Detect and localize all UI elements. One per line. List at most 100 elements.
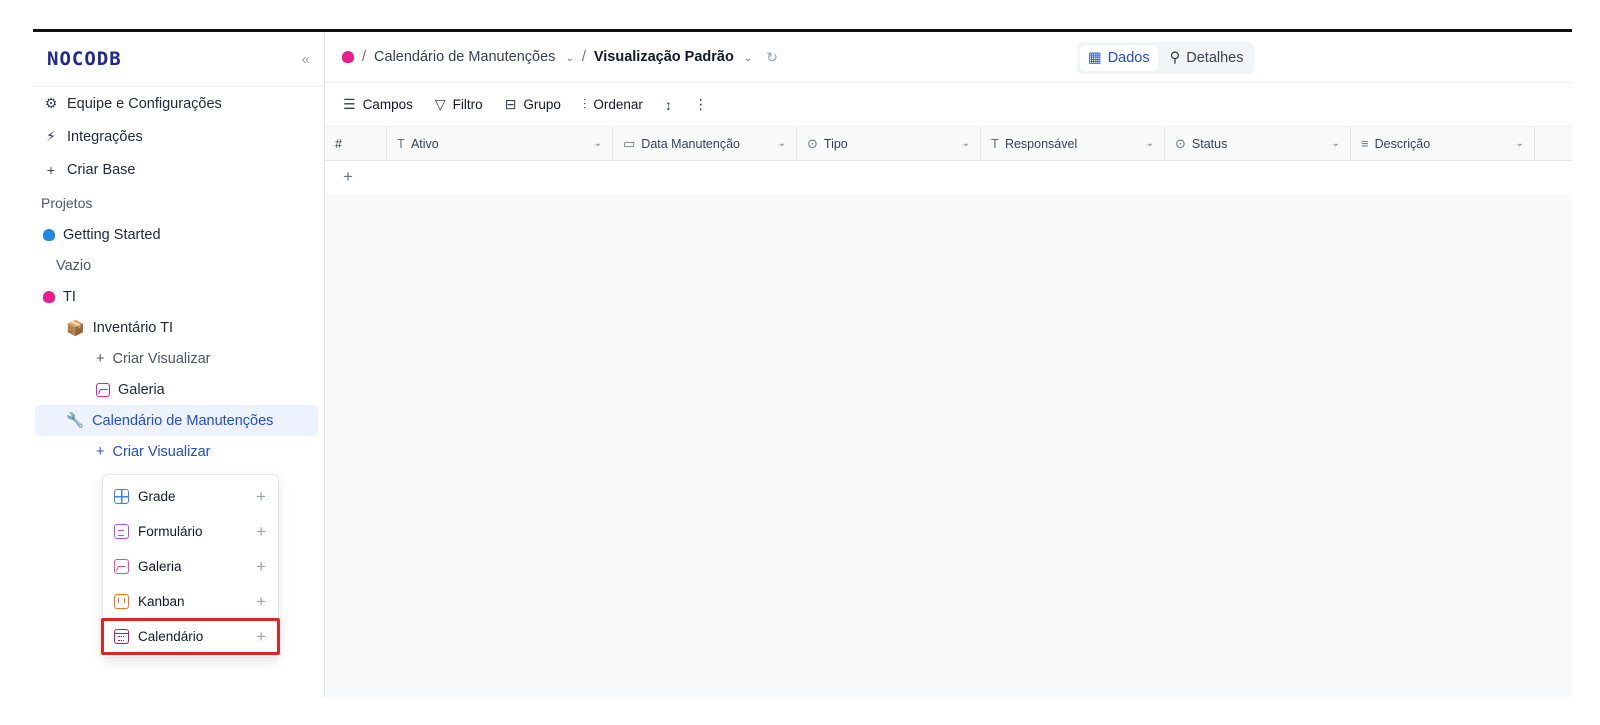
menu-item-label: Galeria	[138, 559, 182, 574]
select-icon: ⊙	[807, 135, 818, 151]
filter-label: Filtro	[452, 97, 483, 112]
projects-section-label: Projetos	[41, 194, 93, 211]
tab-detalhes[interactable]: ⚲ Detalhes	[1162, 45, 1252, 71]
plus-icon: +	[256, 591, 266, 611]
nav-integrations[interactable]: ⚡ Integrações	[33, 120, 324, 153]
menu-item-formulario[interactable]: Formulário +	[103, 514, 278, 549]
column-header-label: Status	[1191, 136, 1228, 151]
column-header-status[interactable]: ⊙ Status ⌄	[1165, 127, 1351, 160]
calendar-icon	[114, 629, 129, 644]
menu-item-grade[interactable]: Grade +	[103, 479, 278, 514]
empty-placeholder: Vazio	[56, 257, 92, 274]
group-label: Grupo	[523, 97, 561, 112]
project-getting-started-label: Getting Started	[63, 226, 161, 243]
menu-item-galeria[interactable]: Galeria +	[103, 549, 278, 584]
row-height-button[interactable]: ↕	[665, 97, 672, 113]
nav-create-base-label: Criar Base	[67, 161, 136, 178]
menu-item-label: Grade	[138, 489, 176, 504]
plus-icon: +	[256, 521, 266, 541]
nav-integrations-label: Integrações	[67, 128, 143, 145]
add-row-button[interactable]: +	[325, 161, 1572, 194]
chevron-down-icon[interactable]: ⌄	[1332, 138, 1340, 149]
column-header-ativo[interactable]: T Ativo ⌄	[387, 127, 613, 160]
base-icon	[342, 51, 354, 63]
base-icon	[43, 290, 55, 303]
column-header-label: Ativo	[410, 136, 439, 151]
menu-item-kanban[interactable]: Kanban +	[103, 584, 278, 619]
gear-icon: ⚙	[44, 95, 58, 111]
menu-item-label: Formulário	[138, 524, 203, 539]
fields-button[interactable]: ☰ Campos	[343, 96, 413, 113]
menu-item-calendario[interactable]: Calendário +	[101, 618, 280, 655]
filter-icon: ▽	[434, 96, 446, 112]
more-vertical-icon: ⋮	[693, 96, 708, 112]
plus-icon: +	[46, 161, 56, 178]
base-icon	[43, 228, 55, 241]
create-view-link-2[interactable]: + Criar Visualizar	[33, 436, 324, 467]
tab-dados[interactable]: ▦ Dados	[1080, 45, 1158, 71]
data-details-toggle: ▦ Dados ⚲ Detalhes	[1077, 42, 1255, 74]
breadcrumb-table[interactable]: Calendário de Manutenções ⌄	[374, 49, 574, 65]
filter-button[interactable]: ▽ Filtro	[435, 96, 483, 113]
reload-icon[interactable]: ↻	[766, 49, 778, 66]
chevron-down-icon: ⌄	[743, 53, 753, 64]
select-icon: ⊙	[1175, 135, 1186, 151]
create-view-link-1[interactable]: + Criar Visualizar	[33, 343, 324, 374]
breadcrumb-view[interactable]: Visualização Padrão ⌄	[594, 49, 752, 65]
nav-team-settings-label: Equipe e Configurações	[67, 95, 222, 112]
app-window: NOCODB « ⚙ Equipe e Configurações ⚡ Inte…	[33, 29, 1572, 697]
gallery-icon	[114, 559, 129, 574]
column-header-data-manutencao[interactable]: ▭ Data Manutenção ⌄	[613, 127, 797, 160]
collapse-sidebar-icon[interactable]: «	[302, 51, 310, 68]
sort-button[interactable]: ⫶ Ordenar	[583, 96, 643, 113]
column-header-label: Data Manutenção	[641, 136, 740, 151]
group-button[interactable]: ⊟ Grupo	[505, 96, 561, 113]
menu-item-label: Kanban	[138, 594, 185, 609]
text-icon: T	[397, 136, 405, 151]
main-panel: / Calendário de Manutenções ⌄ / Visualiz…	[325, 32, 1572, 697]
kanban-icon	[114, 594, 129, 609]
chevron-down-icon[interactable]: ⌄	[1146, 138, 1154, 149]
nav-team-settings[interactable]: ⚙ Equipe e Configurações	[33, 87, 324, 120]
table-inventario-ti-label: Inventário TI	[92, 319, 174, 336]
column-header-tipo[interactable]: ⊙ Tipo ⌄	[797, 127, 981, 160]
table-calendario-manutencoes[interactable]: 🔧 Calendário de Manutenções	[35, 405, 318, 436]
form-icon	[114, 524, 129, 539]
more-options-button[interactable]: ⋮	[694, 96, 708, 113]
plus-icon: +	[256, 486, 266, 506]
view-galeria[interactable]: Galeria	[33, 374, 324, 405]
fields-icon: ☰	[343, 96, 356, 112]
project-getting-started[interactable]: Getting Started	[33, 219, 324, 250]
package-icon: 📦	[66, 319, 85, 337]
gallery-icon	[96, 382, 110, 397]
column-header-label: Responsável	[1004, 136, 1078, 151]
date-icon: ▭	[623, 135, 636, 151]
breadcrumb-separator: /	[581, 49, 586, 65]
menu-item-label: Calendário	[138, 629, 204, 644]
nocodb-logo: NOCODB	[47, 48, 122, 70]
chevron-down-icon[interactable]: ⌄	[1516, 138, 1524, 149]
column-header-descricao[interactable]: ≡ Descrição ⌄	[1351, 127, 1535, 160]
project-ti-label: TI	[63, 288, 76, 305]
nav-create-base[interactable]: + Criar Base	[33, 153, 324, 186]
create-view-label: Criar Visualizar	[112, 350, 211, 367]
view-galeria-label: Galeria	[118, 381, 165, 398]
breadcrumb-table-label: Calendário de Manutenções	[374, 49, 556, 65]
chevron-down-icon[interactable]: ⌄	[962, 138, 970, 149]
longtext-icon: ≡	[1361, 136, 1369, 151]
column-header-responsavel[interactable]: T Responsável ⌄	[981, 127, 1165, 160]
fields-label: Campos	[362, 97, 413, 112]
text-icon: T	[991, 136, 999, 151]
chevron-down-icon[interactable]: ⌄	[594, 138, 602, 149]
project-ti[interactable]: TI	[33, 281, 324, 312]
row-number-header-label: #	[335, 136, 342, 151]
chevron-down-icon[interactable]: ⌄	[778, 138, 786, 149]
table-inventario-ti[interactable]: 📦 Inventário TI	[33, 312, 324, 343]
view-toolbar: ☰ Campos ▽ Filtro ⊟ Grupo ⫶ Ordenar ↕ ⋮	[325, 83, 1572, 127]
grid-empty-area	[325, 193, 1572, 697]
chevron-down-icon: ⌄	[565, 53, 574, 64]
breadcrumb-view-label: Visualização Padrão	[593, 49, 734, 65]
sort-icon: ⫶	[582, 96, 587, 112]
sort-label: Ordenar	[593, 97, 643, 112]
tab-dados-label: Dados	[1107, 50, 1150, 66]
